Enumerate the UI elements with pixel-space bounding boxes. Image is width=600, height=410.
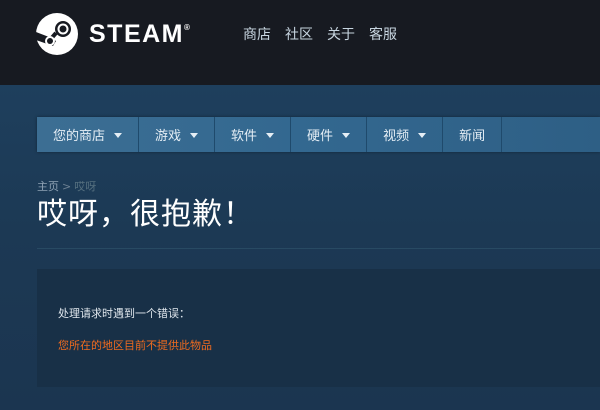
page-title: 哎呀，很抱歉！ [37,197,254,232]
menu-item-label: 硬件 [307,129,334,144]
top-navigation: 商店 社区 关于 客服 [243,25,397,45]
error-message: 您所在的地区目前不提供此物品 [58,339,212,352]
menu-item-label: 游戏 [155,129,182,144]
menu-news[interactable]: 新闻 [443,117,503,152]
menu-games[interactable]: 游戏 [139,117,216,152]
menu-item-label: 软件 [231,129,258,144]
top-bar: STEAM® 商店 社区 关于 客服 [0,0,600,85]
caret-down-icon [418,133,427,138]
nav-about[interactable]: 关于 [327,25,355,45]
caret-down-icon [114,133,123,138]
main-content: 您的商店 游戏 软件 硬件 视频 新闻 主页 > 哎呀 哎呀，很抱歉！ 处理请求… [0,85,600,410]
steam-logo-text: STEAM® [89,19,190,48]
error-heading: 处理请求时遇到一个错误： [58,307,190,320]
store-menu-bar: 您的商店 游戏 软件 硬件 视频 新闻 [37,117,600,152]
title-divider [37,248,600,249]
nav-support[interactable]: 客服 [369,25,397,45]
breadcrumb-separator: > [62,179,72,193]
menu-software[interactable]: 软件 [215,117,292,152]
breadcrumb-home[interactable]: 主页 [37,178,59,194]
caret-down-icon [190,133,199,138]
breadcrumb: 主页 > 哎呀 [37,178,96,194]
caret-down-icon [342,133,351,138]
menu-item-label: 您的商店 [53,129,106,144]
error-panel: 处理请求时遇到一个错误： 您所在的地区目前不提供此物品 [37,269,600,387]
steam-logo-icon [36,13,78,55]
menu-item-label: 新闻 [459,129,486,144]
menu-videos[interactable]: 视频 [367,117,444,152]
menu-item-label: 视频 [383,129,410,144]
caret-down-icon [266,133,275,138]
nav-community[interactable]: 社区 [285,25,313,45]
menu-your-store[interactable]: 您的商店 [37,117,140,152]
nav-store[interactable]: 商店 [243,25,271,45]
breadcrumb-current: 哎呀 [74,180,97,193]
menu-hardware[interactable]: 硬件 [291,117,368,152]
steam-logo[interactable]: STEAM® [36,13,190,55]
